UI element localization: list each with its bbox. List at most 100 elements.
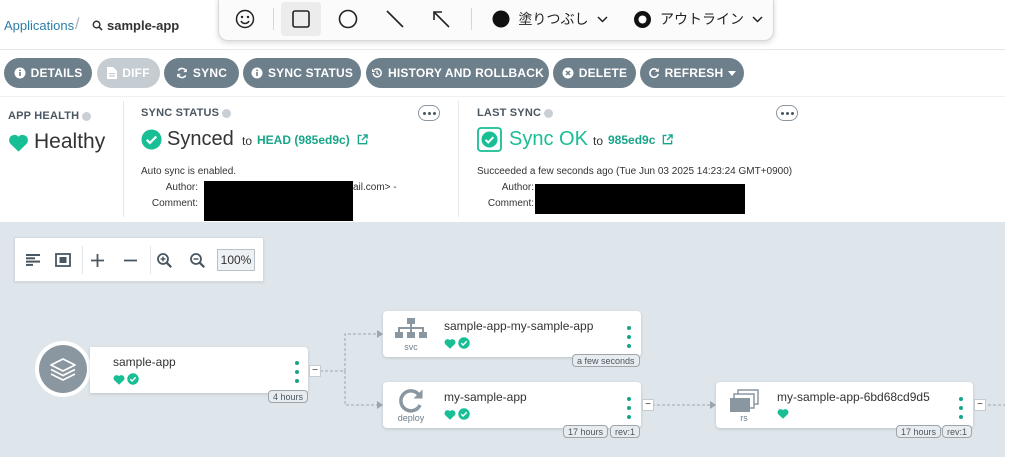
rs-node[interactable]: rs my-sample-app-6bd68cd9d5 (716, 382, 973, 428)
last-sync-title-text: LAST SYNC (477, 107, 542, 119)
delete-icon (562, 67, 574, 79)
history-rollback-button[interactable]: HISTORY AND ROLLBACK (366, 58, 549, 88)
app-node-name: sample-app (113, 355, 176, 369)
drawing-toolbar: 塗りつぶし アウトライン (218, 0, 774, 41)
zoom-in-button[interactable] (153, 250, 175, 270)
sync-icon (177, 67, 187, 79)
toolbar-divider (82, 246, 83, 274)
check-circle-icon (458, 337, 470, 349)
outline-circle-icon (634, 10, 651, 28)
refresh-button[interactable]: REFRESH (640, 58, 744, 88)
app-node[interactable]: sample-app (90, 347, 308, 393)
align-left-button[interactable] (22, 250, 44, 270)
heart-icon (777, 409, 789, 419)
last-sync-title: LAST SYNC (477, 107, 554, 119)
arrow-tool-button[interactable] (425, 2, 457, 36)
history-rollback-button-label: HISTORY AND ROLLBACK (387, 66, 544, 80)
auto-sync-text: Auto sync is enabled. (141, 166, 237, 177)
square-icon (292, 10, 310, 28)
svc-node-age-tag: a few seconds (572, 354, 640, 367)
fill-dropdown[interactable]: 塗りつぶし (489, 2, 611, 36)
emoji-tool-button[interactable] (229, 2, 261, 36)
check-square-icon (477, 127, 502, 152)
zoom-in-icon (156, 252, 172, 268)
circle-icon (338, 9, 358, 29)
breadcrumb-applications-link[interactable]: Applications (4, 18, 74, 33)
deployment-icon (399, 389, 423, 413)
minus-icon (123, 259, 137, 261)
resource-graph-canvas[interactable]: 100% sample-app − 4 hours svc sample-app… (0, 222, 1005, 457)
help-icon[interactable] (544, 108, 554, 118)
deploy-node-menu-button[interactable] (627, 397, 631, 419)
external-link-icon[interactable] (357, 134, 368, 145)
ellipse-tool-button[interactable] (332, 2, 364, 36)
last-sync-target-link[interactable]: 985ed9c (608, 133, 655, 147)
rs-node-kind: rs (740, 413, 748, 423)
search-icon (92, 20, 103, 31)
delete-button[interactable]: DELETE (553, 58, 636, 88)
app-health-title-text: APP HEALTH (8, 110, 80, 122)
toolbar-divider (273, 8, 274, 30)
deploy-node-kind: deploy (397, 413, 425, 423)
app-node-collapse-toggle[interactable]: − (309, 365, 321, 377)
last-sync-value: Sync OK (509, 128, 588, 150)
sync-author-suffix: ail.com> - (353, 182, 397, 193)
zoom-out-button[interactable] (186, 250, 208, 270)
heart-icon (113, 374, 125, 385)
deploy-node-age-tag: 17 hours (563, 425, 609, 438)
diff-button[interactable]: DIFF (97, 58, 160, 88)
breadcrumb-current-app: sample-app (92, 18, 179, 33)
sync-status-button-label: SYNC STATUS (267, 66, 354, 80)
rs-node-age-tag: 17 hours (896, 425, 942, 438)
delete-button-label: DELETE (578, 66, 628, 80)
rs-node-status (777, 408, 789, 419)
external-link-icon[interactable] (662, 134, 673, 145)
align-left-icon (26, 254, 40, 266)
rs-node-menu-button[interactable] (959, 397, 963, 419)
sync-status-title-text: SYNC STATUS (141, 107, 220, 119)
fill-label: 塗りつぶし (518, 12, 589, 28)
sync-status-title: SYNC STATUS (141, 107, 232, 119)
deploy-node-collapse-toggle[interactable]: − (642, 399, 654, 411)
caret-down-icon (728, 70, 737, 76)
last-sync-to-label: to (593, 134, 604, 148)
help-icon[interactable] (82, 111, 92, 121)
svc-node[interactable]: svc sample-app-my-sample-app (383, 311, 641, 357)
sync-status-more-button[interactable] (418, 105, 440, 121)
smiley-icon (235, 9, 255, 29)
sync-status-button[interactable]: SYNC STATUS (243, 58, 361, 88)
rs-node-name: my-sample-app-6bd68cd9d5 (777, 390, 930, 404)
collapse-all-button[interactable] (119, 250, 141, 270)
panel-divider (123, 101, 124, 217)
rs-node-revision-tag: rev:1 (942, 425, 973, 438)
plus-icon (90, 253, 104, 267)
zoom-level[interactable]: 100% (217, 249, 255, 271)
sync-target-link[interactable]: HEAD (985ed9c) (257, 133, 350, 147)
action-bar: DETAILS DIFF SYNC SYNC STATUS HISTORY AN… (0, 50, 1005, 96)
outline-dropdown[interactable]: アウトライン (633, 2, 763, 36)
sync-to-label: to (242, 134, 253, 148)
sync-comment-label: Comment: (151, 198, 198, 209)
refresh-icon (648, 68, 659, 78)
line-tool-button[interactable] (379, 2, 411, 36)
expand-all-button[interactable] (86, 250, 108, 270)
network-service-icon (395, 318, 427, 338)
deploy-node-status (444, 408, 470, 420)
help-icon[interactable] (222, 108, 232, 118)
last-sync-more-button[interactable] (776, 105, 798, 121)
breadcrumb-app-name: sample-app (107, 18, 180, 33)
app-node-menu-button[interactable] (295, 361, 299, 383)
sync-button[interactable]: SYNC (164, 58, 239, 88)
rectangle-tool-button[interactable] (281, 2, 321, 36)
deploy-node[interactable]: deploy my-sample-app (383, 382, 641, 428)
app-health-title: APP HEALTH (8, 110, 92, 122)
toolbar-divider (150, 246, 151, 274)
svc-node-status (444, 337, 470, 349)
redacted-block (204, 181, 353, 221)
fit-to-screen-button[interactable] (52, 250, 74, 270)
history-icon (371, 68, 382, 78)
svc-node-menu-button[interactable] (627, 326, 631, 348)
details-button[interactable]: DETAILS (4, 58, 92, 88)
rs-node-collapse-toggle[interactable]: − (974, 399, 986, 411)
diff-button-label: DIFF (122, 66, 150, 80)
